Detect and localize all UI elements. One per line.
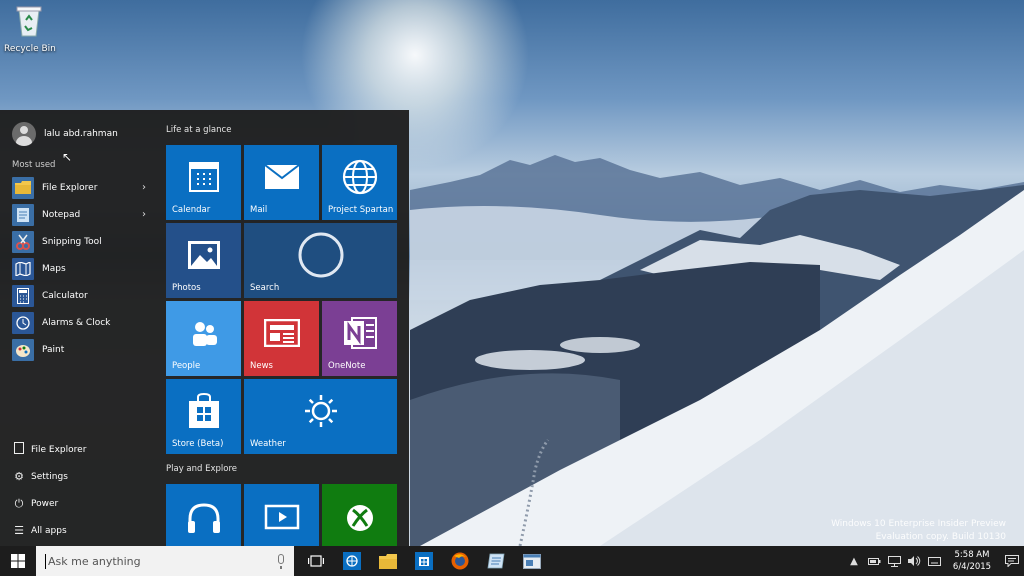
clock-date: 6/4/2015 [952,562,992,572]
start-button[interactable] [0,546,36,576]
taskbar-window-app[interactable] [514,546,550,576]
avatar [12,122,36,146]
group-title-play: Play and Explore [166,464,238,474]
window-app-icon [523,553,541,569]
most-used-item-paint[interactable]: Paint [12,336,152,363]
file-explorer-icon [379,553,397,569]
calendar-icon [188,161,219,192]
bottom-item-settings[interactable]: ⚙ Settings [12,463,152,490]
photo-icon [187,240,220,269]
taskbar-store[interactable] [406,546,442,576]
windows-logo-icon [11,554,25,568]
taskbar-spartan-browser[interactable] [334,546,370,576]
start-bottom-list: File Explorer ⚙ Settings ⏻ Power ☰ All a… [12,436,152,544]
power-icon: ⏻ [14,496,24,510]
tile-search[interactable]: Search [244,223,397,298]
tile-news[interactable]: News [244,301,319,376]
store-bag-icon [188,392,219,428]
group-title-life: Life at a glance [166,125,232,135]
tile-store[interactable]: Store (Beta) [166,379,241,454]
xbox-icon [346,505,373,532]
taskbar-pinned [298,546,550,576]
tile-weather[interactable]: Weather [244,379,397,454]
people-icon [192,321,217,346]
taskbar-clock[interactable]: 5:58 AM 6/4/2015 [944,549,1000,573]
system-tray: ▲ 5:58 AM 6/4/2015 [844,546,1024,576]
task-view-button[interactable] [298,546,334,576]
recycle-bin[interactable]: Recycle Bin [4,4,56,54]
text-caret [45,553,46,569]
search-placeholder: Ask me anything [48,554,141,568]
video-player-icon [264,504,299,530]
most-used-item-calculator[interactable]: Calculator [12,282,152,309]
tile-xbox[interactable] [322,484,397,546]
clock-icon [12,311,34,334]
recycle-bin-icon [16,6,42,37]
most-used-list: File Explorer › Notepad › Snipping Tool [12,174,152,363]
most-used-item-notepad[interactable]: Notepad › [12,201,152,228]
notification-center-button[interactable] [1000,555,1024,567]
start-menu: lalu abd.rahman ↖ Most used File Explore… [0,110,409,546]
task-view-icon [308,555,324,567]
search-input[interactable]: Ask me anything [36,546,294,576]
taskbar-file-explorer[interactable] [370,546,406,576]
mouse-cursor-icon: ↖ [62,150,73,164]
taskbar: Ask me anything ▲ 5:58 AM 6/4/2015 [0,546,1024,576]
taskbar-notepad[interactable] [478,546,514,576]
tile-onenote[interactable]: OneNote [322,301,397,376]
tile-video[interactable] [244,484,319,546]
cortana-circle-icon [298,232,343,277]
build-watermark: Windows 10 Enterprise Insider Preview Ev… [831,519,1006,542]
onenote-icon [343,316,377,349]
globe-icon [342,159,377,194]
gear-icon: ⚙ [14,470,24,483]
chevron-up-icon[interactable]: ▲ [846,546,862,576]
list-icon: ☰ [14,524,24,537]
battery-plug-icon[interactable] [866,546,882,576]
notification-icon [1005,555,1019,567]
store-icon [415,552,433,570]
bottom-item-power[interactable]: ⏻ Power [12,490,152,517]
keyboard-icon[interactable] [926,546,942,576]
calculator-icon [12,284,34,307]
notepad-icon [487,553,505,569]
tile-calendar[interactable]: Calendar [166,145,241,220]
taskbar-firefox[interactable] [442,546,478,576]
spartan-browser-icon [343,552,361,570]
notepad-icon [12,203,34,226]
start-left-column: lalu abd.rahman ↖ Most used File Explore… [0,110,156,546]
tile-project-spartan[interactable]: Project Spartan [322,145,397,220]
user-account[interactable]: lalu abd.rahman [12,122,118,146]
bottom-item-all-apps[interactable]: ☰ All apps [12,517,152,544]
clock-time: 5:58 AM [954,550,990,560]
sun-icon [304,394,337,427]
tile-people[interactable]: People [166,301,241,376]
most-used-item-snipping-tool[interactable]: Snipping Tool [12,228,152,255]
mail-icon [263,163,300,189]
most-used-item-maps[interactable]: Maps [12,255,152,282]
most-used-item-file-explorer[interactable]: File Explorer › [12,174,152,201]
headphones-icon [187,503,220,534]
tile-mail[interactable]: Mail [244,145,319,220]
file-explorer-icon [12,442,26,457]
tile-photos[interactable]: Photos [166,223,241,298]
chevron-right-icon[interactable]: › [142,209,146,220]
bottom-item-file-explorer[interactable]: File Explorer [12,436,152,463]
palette-icon [12,338,34,361]
microphone-icon[interactable] [278,554,284,569]
network-icon[interactable] [886,546,902,576]
most-used-item-alarms-clock[interactable]: Alarms & Clock [12,309,152,336]
tile-music[interactable] [166,484,241,546]
chevron-right-icon[interactable]: › [142,182,146,193]
folder-icon [12,176,34,199]
firefox-icon [451,552,469,570]
most-used-heading: Most used [12,160,56,170]
newspaper-icon [263,318,300,347]
user-name: lalu abd.rahman [44,129,118,139]
recycle-bin-label: Recycle Bin [4,44,56,54]
map-icon [12,257,34,280]
volume-icon[interactable] [906,546,922,576]
scissors-icon [12,230,34,253]
